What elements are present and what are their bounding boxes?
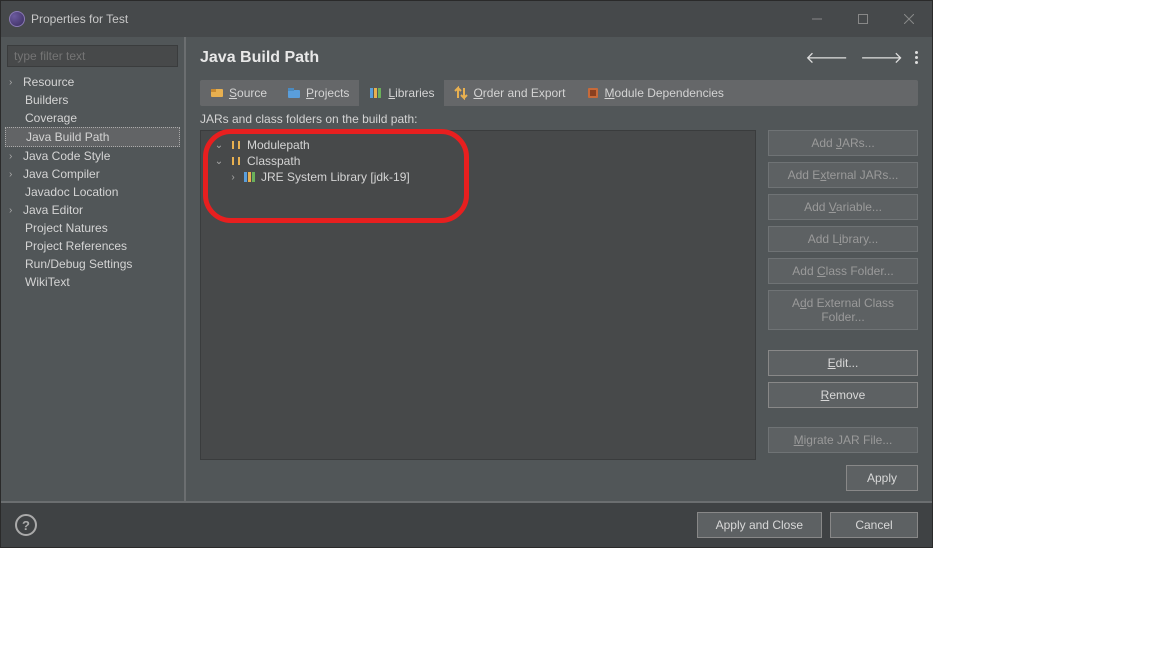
add-class-folder-button[interactable]: Add Class Folder...: [768, 258, 918, 284]
sidebar-item-label: Javadoc Location: [25, 185, 118, 199]
remove-button[interactable]: Remove: [768, 382, 918, 408]
apply-button[interactable]: Apply: [846, 465, 918, 491]
library-icon: [243, 171, 257, 183]
classpath-node[interactable]: ⌄ Classpath: [205, 153, 751, 169]
sidebar-item-label: Coverage: [25, 111, 77, 125]
libraries-tree[interactable]: ⌄ Modulepath ⌄ Classpath › JRE Sy: [200, 130, 756, 460]
sidebar-item-java-build-path[interactable]: Java Build Path: [5, 127, 180, 147]
sidebar-item-builders[interactable]: Builders: [5, 91, 180, 109]
sidebar-item-label: Java Build Path: [26, 130, 109, 144]
module-deps-icon: [586, 86, 600, 100]
close-button[interactable]: [886, 1, 932, 37]
tab-projects[interactable]: Projects: [277, 80, 359, 106]
tree-node-label: JRE System Library [jdk-19]: [261, 170, 410, 184]
sidebar-item-java-code-style[interactable]: ›Java Code Style: [5, 147, 180, 165]
view-menu-button[interactable]: [915, 51, 918, 64]
sidebar-item-label: Java Compiler: [23, 167, 100, 181]
sidebar-item-label: Java Editor: [23, 203, 83, 217]
add-jars-button[interactable]: Add JARs...: [768, 130, 918, 156]
jre-library-node[interactable]: › JRE System Library [jdk-19]: [205, 169, 751, 185]
sidebar-item-java-editor[interactable]: ›Java Editor: [5, 201, 180, 219]
migrate-jar-button[interactable]: Migrate JAR File...: [768, 427, 918, 453]
chevron-right-icon: ›: [227, 172, 239, 183]
eclipse-icon: [9, 11, 25, 27]
buttons-column: Add JARs... Add External JARs... Add Var…: [768, 130, 918, 453]
forward-button[interactable]: 🡒: [860, 47, 903, 68]
add-external-jars-button[interactable]: Add External JARs...: [768, 162, 918, 188]
sidebar-item-java-compiler[interactable]: ›Java Compiler: [5, 165, 180, 183]
tab-module-deps[interactable]: Module Dependencies: [576, 80, 734, 106]
add-external-class-folder-button[interactable]: Add External Class Folder...: [768, 290, 918, 330]
chevron-down-icon: ⌄: [213, 156, 225, 167]
sidebar-item-label: Builders: [25, 93, 68, 107]
sidebar-item-resource[interactable]: ›Resource: [5, 73, 180, 91]
window-title: Properties for Test: [31, 12, 128, 26]
minimize-button[interactable]: [794, 1, 840, 37]
cancel-button[interactable]: Cancel: [830, 512, 918, 538]
add-variable-button[interactable]: Add Variable...: [768, 194, 918, 220]
sidebar-item-label: Project Natures: [25, 221, 108, 235]
sidebar-item-run-debug[interactable]: Run/Debug Settings: [5, 255, 180, 273]
tree-node-label: Classpath: [247, 154, 300, 168]
sidebar-item-label: Java Code Style: [23, 149, 110, 163]
sidebar-item-label: Resource: [23, 75, 74, 89]
footer: ? Apply and Close Cancel: [1, 501, 932, 547]
chevron-down-icon: ⌄: [213, 140, 225, 151]
properties-dialog: Properties for Test ›Resource Builders C…: [0, 0, 933, 548]
package-icon: [229, 155, 243, 167]
sidebar-item-javadoc-location[interactable]: Javadoc Location: [5, 183, 180, 201]
libraries-icon: [369, 86, 383, 100]
filter-input[interactable]: [7, 45, 178, 67]
sidebar-item-label: Run/Debug Settings: [25, 257, 132, 271]
content-panel: Java Build Path 🡐 🡒 Source Projects: [186, 37, 932, 501]
tree-node-label: Modulepath: [247, 138, 310, 152]
add-library-button[interactable]: Add Library...: [768, 226, 918, 252]
sidebar-item-project-references[interactable]: Project References: [5, 237, 180, 255]
maximize-button[interactable]: [840, 1, 886, 37]
modulepath-node[interactable]: ⌄ Modulepath: [205, 137, 751, 153]
sidebar-item-wikitext[interactable]: WikiText: [5, 273, 180, 291]
edit-button[interactable]: Edit...: [768, 350, 918, 376]
page-title: Java Build Path: [200, 49, 319, 67]
titlebar: Properties for Test: [1, 1, 932, 37]
sidebar-item-coverage[interactable]: Coverage: [5, 109, 180, 127]
sidebar: ›Resource Builders Coverage Java Build P…: [1, 37, 186, 501]
tabs-bar: Source Projects Libraries Order and Expo…: [200, 80, 918, 106]
source-icon: [210, 86, 224, 100]
order-export-icon: [454, 86, 468, 100]
sidebar-item-project-natures[interactable]: Project Natures: [5, 219, 180, 237]
category-tree: ›Resource Builders Coverage Java Build P…: [1, 73, 184, 291]
sidebar-item-label: WikiText: [25, 275, 70, 289]
apply-and-close-button[interactable]: Apply and Close: [697, 512, 822, 538]
description-label: JARs and class folders on the build path…: [200, 112, 918, 126]
tab-source[interactable]: Source: [200, 80, 277, 106]
package-icon: [229, 139, 243, 151]
help-button[interactable]: ?: [15, 514, 37, 536]
tab-order-export[interactable]: Order and Export: [444, 80, 575, 106]
back-button[interactable]: 🡐: [805, 47, 848, 68]
sidebar-item-label: Project References: [25, 239, 127, 253]
tab-libraries[interactable]: Libraries: [359, 80, 444, 106]
projects-icon: [287, 86, 301, 100]
